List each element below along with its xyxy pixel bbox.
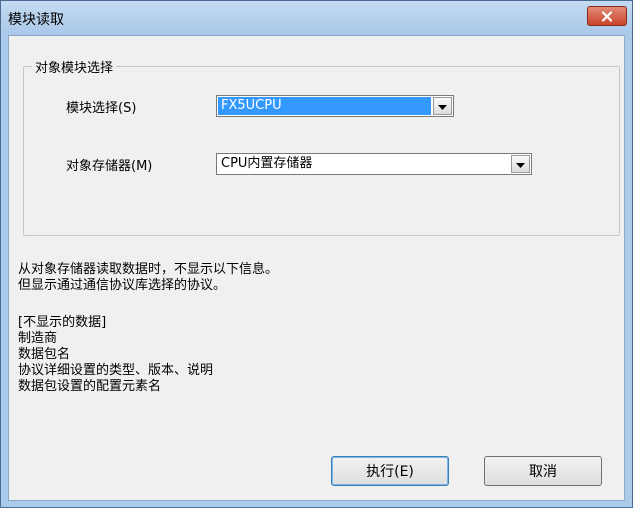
window-title: 模块读取 xyxy=(8,12,64,28)
cancel-button[interactable]: 取消 xyxy=(484,456,602,486)
execute-button[interactable]: 执行(E) xyxy=(331,456,449,486)
module-select-arrow[interactable] xyxy=(433,97,452,115)
hidden-data-item: 协议详细设置的类型、版本、说明 xyxy=(18,363,214,378)
target-memory-arrow[interactable] xyxy=(511,155,530,173)
hidden-data-heading: [不显示的数据] xyxy=(18,315,107,330)
dialog-window: 模块读取 对象模块选择 模块选择(S) FX5UCPU 对象存储器(M) CPU… xyxy=(0,0,633,508)
module-select-dropdown[interactable]: FX5UCPU xyxy=(216,95,454,117)
hidden-data-item: 数据包名 xyxy=(18,347,71,362)
close-icon xyxy=(601,10,613,22)
module-select-value: FX5UCPU xyxy=(218,97,431,115)
hidden-data-item: 数据包设置的配置元素名 xyxy=(18,379,162,394)
target-memory-label: 对象存储器(M) xyxy=(66,159,153,174)
group-legend: 对象模块选择 xyxy=(32,57,117,76)
target-memory-dropdown[interactable]: CPU内置存储器 xyxy=(216,153,532,175)
dialog-content: 对象模块选择 模块选择(S) FX5UCPU 对象存储器(M) CPU内置存储器 xyxy=(8,35,625,501)
info-text-line: 从对象存储器读取数据时，不显示以下信息。 xyxy=(18,262,279,277)
chevron-down-icon xyxy=(438,99,447,114)
target-memory-value: CPU内置存储器 xyxy=(221,156,313,171)
target-module-group: 对象模块选择 模块选择(S) FX5UCPU 对象存储器(M) CPU内置存储器 xyxy=(23,57,620,236)
title-bar[interactable]: 模块读取 xyxy=(1,1,632,35)
close-button[interactable] xyxy=(587,6,627,26)
info-text-line: 但显示通过通信协议库选择的协议。 xyxy=(18,278,227,293)
hidden-data-item: 制造商 xyxy=(18,331,58,346)
chevron-down-icon xyxy=(516,157,525,172)
module-select-label: 模块选择(S) xyxy=(66,101,137,116)
